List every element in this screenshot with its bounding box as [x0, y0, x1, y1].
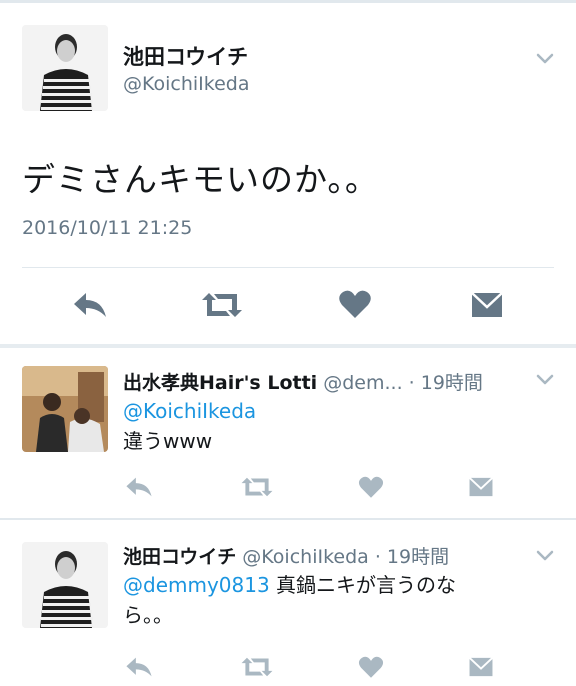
heart-icon[interactable] — [358, 475, 384, 499]
reply-text-part: 真鍋ニキが言うのな — [269, 573, 457, 597]
reply-meta: @dem... · 19時間 — [323, 372, 483, 394]
reply-tweet[interactable]: 池田コウイチ @KoichiIkeda · 19時間 @demmy0813 真鍋… — [0, 520, 576, 686]
reply-text-line: @demmy0813 真鍋ニキが言うのな — [123, 570, 553, 600]
handle[interactable]: @KoichiIkeda — [123, 73, 250, 95]
reply-icon[interactable] — [72, 291, 108, 319]
chevron-down-icon[interactable] — [536, 374, 554, 386]
tweet-text: デミさんキモいのか。。 — [22, 160, 379, 199]
display-name[interactable]: 池田コウイチ — [123, 41, 248, 71]
chevron-down-icon[interactable] — [536, 53, 554, 65]
display-name[interactable]: 池田コウイチ — [123, 546, 236, 568]
reply-text: @demmy0813 真鍋ニキが言うのな ら。。 — [123, 570, 553, 630]
reply-header: 出水孝典Hair's Lotti @dem... · 19時間 — [123, 368, 483, 395]
avatar-image — [22, 542, 108, 628]
avatar-image — [22, 366, 108, 452]
heart-icon[interactable] — [358, 655, 384, 679]
main-tweet: 池田コウイチ @KoichiIkeda デミさんキモいのか。。 2016/10/… — [0, 3, 576, 345]
reply-header: 池田コウイチ @KoichiIkeda · 19時間 — [123, 542, 449, 569]
timestamp: 2016/10/11 21:25 — [22, 217, 193, 239]
avatar[interactable] — [22, 366, 108, 452]
reply-icon[interactable] — [124, 656, 154, 678]
reply-text-line: 違うwww — [123, 429, 213, 453]
reply-meta: @KoichiIkeda · 19時間 — [242, 546, 450, 568]
heart-icon[interactable] — [338, 289, 372, 319]
message-icon[interactable] — [468, 656, 494, 678]
divider — [22, 267, 554, 268]
retweet-icon[interactable] — [200, 291, 244, 319]
message-icon[interactable] — [468, 476, 494, 498]
mention-link[interactable]: @KoichiIkeda — [123, 396, 543, 426]
avatar[interactable] — [22, 542, 108, 628]
avatar-image — [22, 25, 108, 111]
display-name[interactable]: 出水孝典Hair's Lotti — [123, 372, 317, 394]
reply-text: @KoichiIkeda 違うwww — [123, 396, 543, 456]
reply-tweet[interactable]: 出水孝典Hair's Lotti @dem... · 19時間 @KoichiI… — [0, 348, 576, 518]
mention-link[interactable]: @demmy0813 — [123, 573, 270, 597]
retweet-icon[interactable] — [240, 656, 274, 678]
chevron-down-icon[interactable] — [536, 550, 554, 562]
message-icon[interactable] — [470, 291, 504, 319]
reply-icon[interactable] — [124, 476, 154, 498]
retweet-icon[interactable] — [240, 476, 274, 498]
reply-text-line: ら。。 — [123, 603, 173, 627]
avatar[interactable] — [22, 25, 108, 111]
